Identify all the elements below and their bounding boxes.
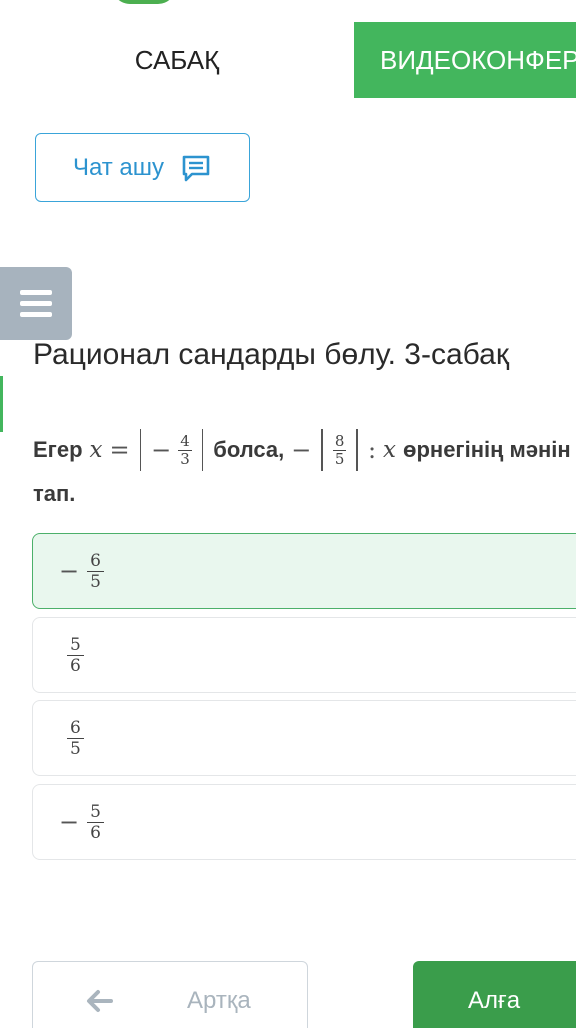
fraction-2-denominator: 5 xyxy=(334,449,345,468)
option-2-numerator: 5 xyxy=(67,635,84,656)
chat-icon xyxy=(182,155,210,181)
hamburger-menu-button[interactable] xyxy=(0,267,72,340)
option-4-value: − 5 6 xyxy=(59,802,104,843)
question-fraction-1: 4 3 xyxy=(178,431,192,468)
question-equals: = xyxy=(109,436,130,464)
abs-bar-left-2 xyxy=(321,429,323,471)
fraction-1-numerator: 4 xyxy=(178,431,192,451)
option-1-numerator: 6 xyxy=(87,551,104,572)
question-line-1: Егер x = − 4 3 болса, − 8 5 : x өрнегіні… xyxy=(33,428,576,472)
option-3-denominator: 5 xyxy=(70,738,81,759)
question-colon: : xyxy=(367,436,377,464)
back-button-label: Артқа xyxy=(187,987,251,1014)
option-2-fraction: 5 6 xyxy=(67,635,84,676)
answer-option-4[interactable]: − 5 6 xyxy=(32,784,576,860)
question-variable: x xyxy=(89,437,103,463)
question-variable-2: x xyxy=(383,437,397,463)
answer-option-3[interactable]: 6 5 xyxy=(32,700,576,776)
option-3-numerator: 6 xyxy=(67,718,84,739)
option-4-denominator: 6 xyxy=(90,822,101,843)
question-minus-2: − xyxy=(291,436,312,464)
option-2-denominator: 6 xyxy=(70,655,81,676)
tab-videoconference[interactable]: ВИДЕОКОНФЕРЕНЦИЯ xyxy=(354,22,576,98)
question-tail: өрнегінің мәнін xyxy=(403,437,571,462)
hamburger-menu-icon xyxy=(20,290,52,295)
top-tabs: САБАҚ ВИДЕОКОНФЕРЕНЦИЯ xyxy=(0,22,576,98)
question-text: Егер x = − 4 3 болса, − 8 5 : x өрнегіні… xyxy=(33,428,576,516)
question-prefix: Егер xyxy=(33,437,83,462)
abs-bar-right xyxy=(201,429,204,471)
back-button[interactable]: Артқа xyxy=(32,961,308,1028)
next-button[interactable]: Алға xyxy=(413,961,576,1028)
question-fraction-2: 8 5 xyxy=(332,431,347,468)
side-accent xyxy=(0,376,3,432)
option-3-value: 6 5 xyxy=(59,718,84,759)
option-3-fraction: 6 5 xyxy=(67,718,84,759)
lesson-title: Рационал сандарды бөлу. 3-сабақ xyxy=(33,338,509,371)
option-2-value: 5 6 xyxy=(59,635,84,676)
open-chat-button[interactable]: Чат ашу xyxy=(35,133,250,202)
next-button-label: Алға xyxy=(468,987,521,1014)
option-4-fraction: 5 6 xyxy=(87,802,104,843)
fraction-2-numerator: 8 xyxy=(332,431,347,451)
option-1-value: − 6 5 xyxy=(59,551,104,592)
tab-lesson[interactable]: САБАҚ xyxy=(0,22,354,98)
option-1-fraction: 6 5 xyxy=(87,551,104,592)
app-logo xyxy=(112,0,176,4)
arrow-left-icon xyxy=(87,990,113,1012)
question-line-2: тап. xyxy=(33,481,76,506)
abs-bar-right-2 xyxy=(356,429,358,471)
answer-option-1[interactable]: − 6 5 xyxy=(32,533,576,609)
answer-option-2[interactable]: 5 6 xyxy=(32,617,576,693)
option-1-sign: − xyxy=(59,557,80,585)
chat-button-label: Чат ашу xyxy=(72,153,165,181)
question-minus: − xyxy=(151,436,172,464)
option-4-sign: − xyxy=(59,808,80,836)
option-1-denominator: 5 xyxy=(90,571,101,592)
question-middle: болса, xyxy=(213,437,285,462)
abs-bar-left xyxy=(139,429,142,471)
option-4-numerator: 5 xyxy=(87,802,104,823)
fraction-1-denominator: 3 xyxy=(180,449,190,468)
